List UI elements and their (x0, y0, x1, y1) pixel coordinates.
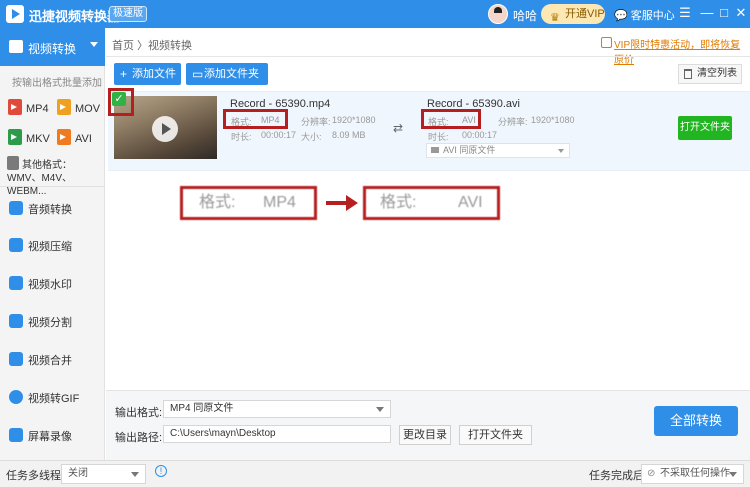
change-directory-button[interactable]: 更改目录 (399, 425, 451, 445)
watermark-icon (9, 276, 23, 290)
source-resolution: 1920*1080 (332, 115, 376, 125)
batch-add-hint: 按输出格式批量添加 (12, 78, 102, 89)
output-path-label: 输出路径: (115, 432, 163, 444)
chat-icon: 💬 (614, 10, 628, 22)
target-duration-label: 时长: (428, 132, 449, 142)
chevron-down-icon (376, 407, 384, 412)
format-mov[interactable]: MOV (57, 99, 100, 115)
target-duration: 00:00:17 (462, 130, 498, 140)
convert-all-button[interactable]: 全部转换 (654, 406, 738, 436)
info-icon[interactable]: ! (155, 465, 167, 477)
video-camera-icon (431, 147, 439, 153)
chevron-down-icon (729, 472, 737, 477)
source-resolution-label: 分辨率: (301, 117, 331, 127)
zoom-source-format: 格式: MP4 (180, 186, 317, 220)
sidebar-item-label: 视频转换 (28, 42, 77, 56)
service-label: 客服中心 (630, 10, 675, 22)
trash-icon (684, 69, 692, 79)
video-convert-icon (9, 40, 23, 53)
after-done-select[interactable]: ⊘ 不采取任何操作 (641, 464, 744, 484)
gift-icon (601, 37, 612, 48)
title-bar: 迅捷视频转换器 极速版 哈哈 ♛ 开通VIP 💬 客服中心 ☰ — □ ✕ (0, 0, 750, 28)
edition-badge: 极速版 (109, 6, 147, 22)
convert-arrow-icon: ⇄ (393, 121, 404, 135)
arrow-right-icon (326, 193, 358, 213)
after-done-label: 任务完成后 (589, 470, 644, 482)
menu-icon[interactable]: ☰ (677, 5, 693, 21)
sidebar-item-screen-record[interactable]: 屏幕录像 (0, 419, 105, 451)
mkv-file-icon (8, 129, 22, 145)
service-center-link[interactable]: 💬 客服中心 (614, 7, 675, 23)
format-mkv[interactable]: MKV (8, 129, 50, 145)
output-format-label: 输出格式: (115, 407, 163, 419)
mov-file-icon (57, 99, 71, 115)
vip-button-label: 开通VIP (565, 8, 605, 20)
output-path-input[interactable]: C:\Users\mayn\Desktop (163, 425, 391, 443)
format-mp4[interactable]: MP4 (8, 99, 49, 115)
vip-button[interactable]: ♛ 开通VIP (541, 4, 605, 24)
target-resolution-label: 分辨率: (498, 117, 528, 127)
source-format-highlight (223, 109, 288, 129)
app-logo-icon (6, 5, 24, 23)
play-icon[interactable] (152, 116, 178, 142)
app-title: 迅捷视频转换器 (29, 9, 121, 24)
sidebar-item-video-split[interactable]: 视频分割 (0, 305, 105, 337)
open-folder-button[interactable]: 打开文件夹 (678, 116, 732, 140)
close-icon[interactable]: ✕ (733, 5, 749, 21)
source-size: 8.09 MB (332, 130, 366, 140)
multithread-label: 任务多线程 (6, 470, 61, 482)
sidebar-item-video-compress[interactable]: 视频压缩 (0, 229, 105, 261)
target-format-select[interactable]: AVI 同原文件 (426, 143, 570, 158)
merge-icon (9, 352, 23, 366)
source-size-label: 大小: (301, 132, 322, 142)
screen-record-icon (9, 428, 23, 442)
other-file-icon (7, 156, 19, 170)
target-format-highlight (421, 109, 481, 129)
ban-icon: ⊘ (647, 468, 656, 479)
minimize-icon[interactable]: — (699, 5, 715, 21)
zoom-target-format: 格式: AVI (363, 186, 500, 220)
promo-link[interactable]: VIP限时特惠活动，即将恢复原价 (614, 36, 750, 66)
output-format-select[interactable]: MP4 同原文件 (163, 400, 391, 418)
sidebar-item-audio-convert[interactable]: 音频转换 (0, 192, 105, 224)
chevron-down-icon (90, 42, 98, 47)
username[interactable]: 哈哈 (513, 7, 537, 24)
sidebar-item-video-merge[interactable]: 视频合并 (0, 343, 105, 375)
sidebar-item-video-to-gif[interactable]: 视频转GIF (0, 381, 105, 413)
source-duration-label: 时长: (231, 132, 252, 142)
avi-file-icon (57, 129, 71, 145)
split-icon (9, 314, 23, 328)
header-divider (106, 56, 750, 57)
avatar[interactable] (488, 4, 508, 24)
chevron-down-icon (131, 472, 139, 477)
checkbox-highlight (108, 88, 134, 116)
mp4-file-icon (8, 99, 22, 115)
target-resolution: 1920*1080 (531, 115, 575, 125)
status-bar: 任务多线程 关闭 任务完成后 ⊘ 不采取任何操作 (0, 460, 750, 487)
breadcrumb: 首页 〉视频转换 (112, 40, 193, 52)
sidebar-item-video-watermark[interactable]: 视频水印 (0, 267, 105, 299)
folder-icon: ▭ (192, 67, 204, 81)
chevron-down-icon (558, 149, 564, 153)
gif-icon (9, 390, 23, 404)
add-file-button[interactable]: + 添加文件 (114, 63, 181, 85)
format-avi[interactable]: AVI (57, 129, 92, 145)
sidebar-divider (0, 186, 105, 187)
maximize-icon[interactable]: □ (716, 5, 732, 21)
add-folder-button[interactable]: ▭ 添加文件夹 (186, 63, 268, 85)
sidebar: 视频转换 按输出格式批量添加 MP4 MOV MKV AVI 其他格式：WMV、… (0, 28, 105, 460)
compress-icon (9, 238, 23, 252)
plus-icon: + (120, 67, 128, 81)
crown-icon: ♛ (550, 12, 560, 24)
audio-icon (9, 201, 23, 215)
clear-list-button[interactable]: 清空列表 (678, 64, 742, 84)
open-output-folder-button[interactable]: 打开文件夹 (459, 425, 532, 445)
sidebar-item-video-convert[interactable]: 视频转换 (0, 28, 105, 66)
source-duration: 00:00:17 (261, 130, 297, 140)
multithread-select[interactable]: 关闭 (61, 464, 146, 484)
